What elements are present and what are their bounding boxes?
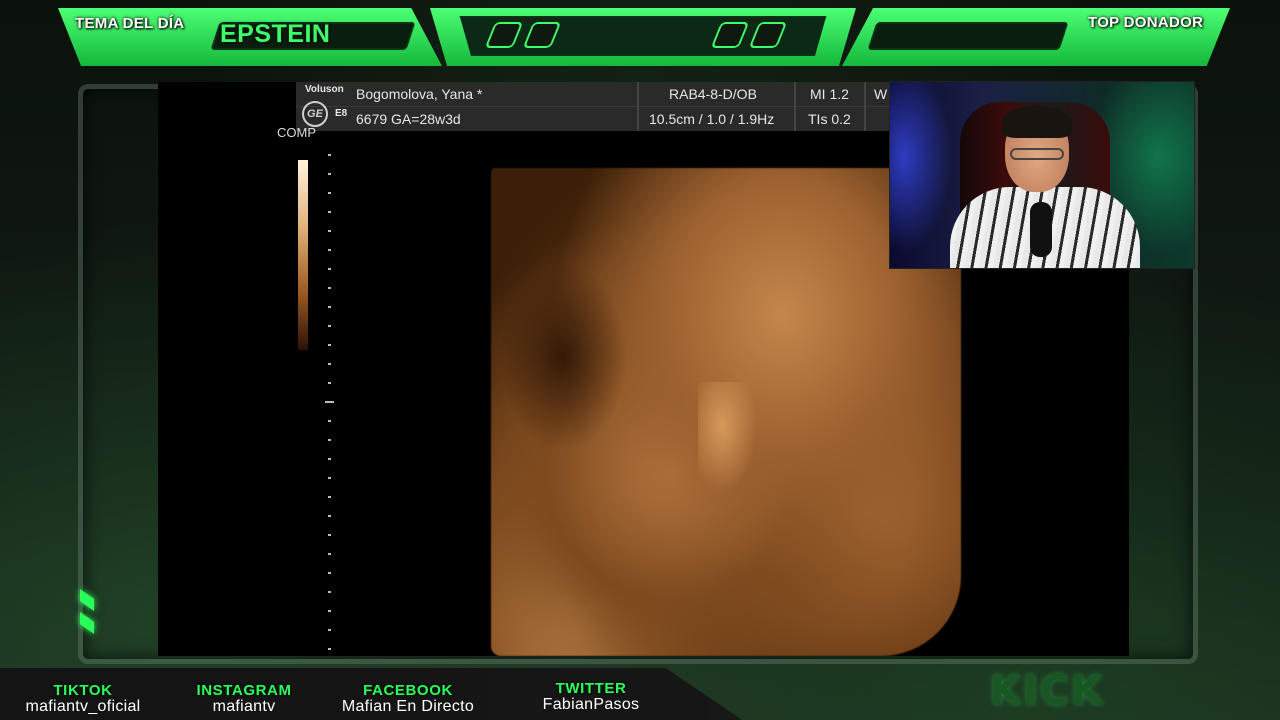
depth-ruler xyxy=(325,154,338,654)
ruler-tick xyxy=(328,382,331,384)
social-instagram: INSTAGRAM mafiantv xyxy=(190,682,298,716)
probe-label: RAB4-8-D/OB xyxy=(669,86,757,102)
microphone xyxy=(1030,202,1052,257)
patient-name: Bogomolova, Yana * xyxy=(356,86,483,102)
social-name: TIKTOK xyxy=(53,682,113,699)
social-facebook: FACEBOOK Mafian En Directo xyxy=(327,682,489,716)
topic-label: TEMA DEL DÍA xyxy=(75,15,185,32)
ruler-tick xyxy=(328,496,331,498)
social-twitter: TWITTER FabianPasos xyxy=(530,680,652,714)
social-handle: FabianPasos xyxy=(542,696,640,713)
model-label: E8 xyxy=(335,108,348,119)
ruler-tick xyxy=(328,230,331,232)
social-handle: mafiantv_oficial xyxy=(25,698,141,715)
patient-id: 6679 GA=28w3d xyxy=(356,111,461,127)
ruler-tick xyxy=(328,287,331,289)
ruler-tick xyxy=(328,553,331,555)
ultrasound-header: Voluson GE E8 Bogomolova, Yana * 6679 GA… xyxy=(296,82,890,131)
ruler-tick xyxy=(328,648,331,650)
header-divider xyxy=(296,106,890,107)
ruler-tick xyxy=(328,458,331,460)
ruler-tick xyxy=(328,477,331,479)
kick-watermark: KICK xyxy=(990,668,1105,714)
ruler-tick xyxy=(328,306,331,308)
ruler-tick xyxy=(328,363,331,365)
ruler-tick xyxy=(328,268,331,270)
ruler-tick xyxy=(328,591,331,593)
ruler-tick xyxy=(328,249,331,251)
brand-label: Voluson xyxy=(305,84,344,95)
social-name: FACEBOOK xyxy=(363,682,453,699)
ge-logo-icon: GE xyxy=(302,101,328,127)
ruler-tick xyxy=(328,173,331,175)
scan-highlight xyxy=(698,382,758,492)
social-name: INSTAGRAM xyxy=(196,682,292,699)
topic-value: EPSTEIN xyxy=(220,20,331,48)
ruler-tick xyxy=(328,325,331,327)
header-divider xyxy=(794,82,796,131)
ruler-tick xyxy=(328,344,331,346)
ruler-tick xyxy=(325,401,334,403)
social-handle: mafiantv xyxy=(212,698,276,715)
ruler-tick xyxy=(328,534,331,536)
settings-label: 10.5cm / 1.0 / 1.9Hz xyxy=(649,111,775,127)
streamer-hair xyxy=(1002,106,1072,138)
tis-label: TIs 0.2 xyxy=(808,111,851,127)
donor-box xyxy=(867,22,1069,50)
comp-label: COMP xyxy=(277,125,316,140)
header-divider xyxy=(864,82,866,131)
mi-label: MI 1.2 xyxy=(810,86,849,102)
ruler-tick xyxy=(328,192,331,194)
ruler-tick xyxy=(328,420,331,422)
ruler-tick xyxy=(328,629,331,631)
ruler-tick xyxy=(328,572,331,574)
w-label: W xyxy=(874,86,888,102)
scan-shadow xyxy=(498,262,628,452)
ruler-tick xyxy=(328,211,331,213)
social-tiktok: TIKTOK mafiantv_oficial xyxy=(16,682,150,716)
social-name: TWITTER xyxy=(555,680,627,697)
glasses xyxy=(1010,148,1064,160)
ruler-tick xyxy=(328,439,331,441)
ruler-tick xyxy=(328,515,331,517)
ruler-tick xyxy=(328,610,331,612)
social-handle: Mafian En Directo xyxy=(341,698,475,715)
webcam-overlay xyxy=(889,81,1195,269)
top-donor-label: TOP DONADOR xyxy=(1088,14,1204,31)
ruler-tick xyxy=(328,154,331,156)
color-scale-bar xyxy=(298,160,308,350)
header-divider xyxy=(637,82,639,131)
